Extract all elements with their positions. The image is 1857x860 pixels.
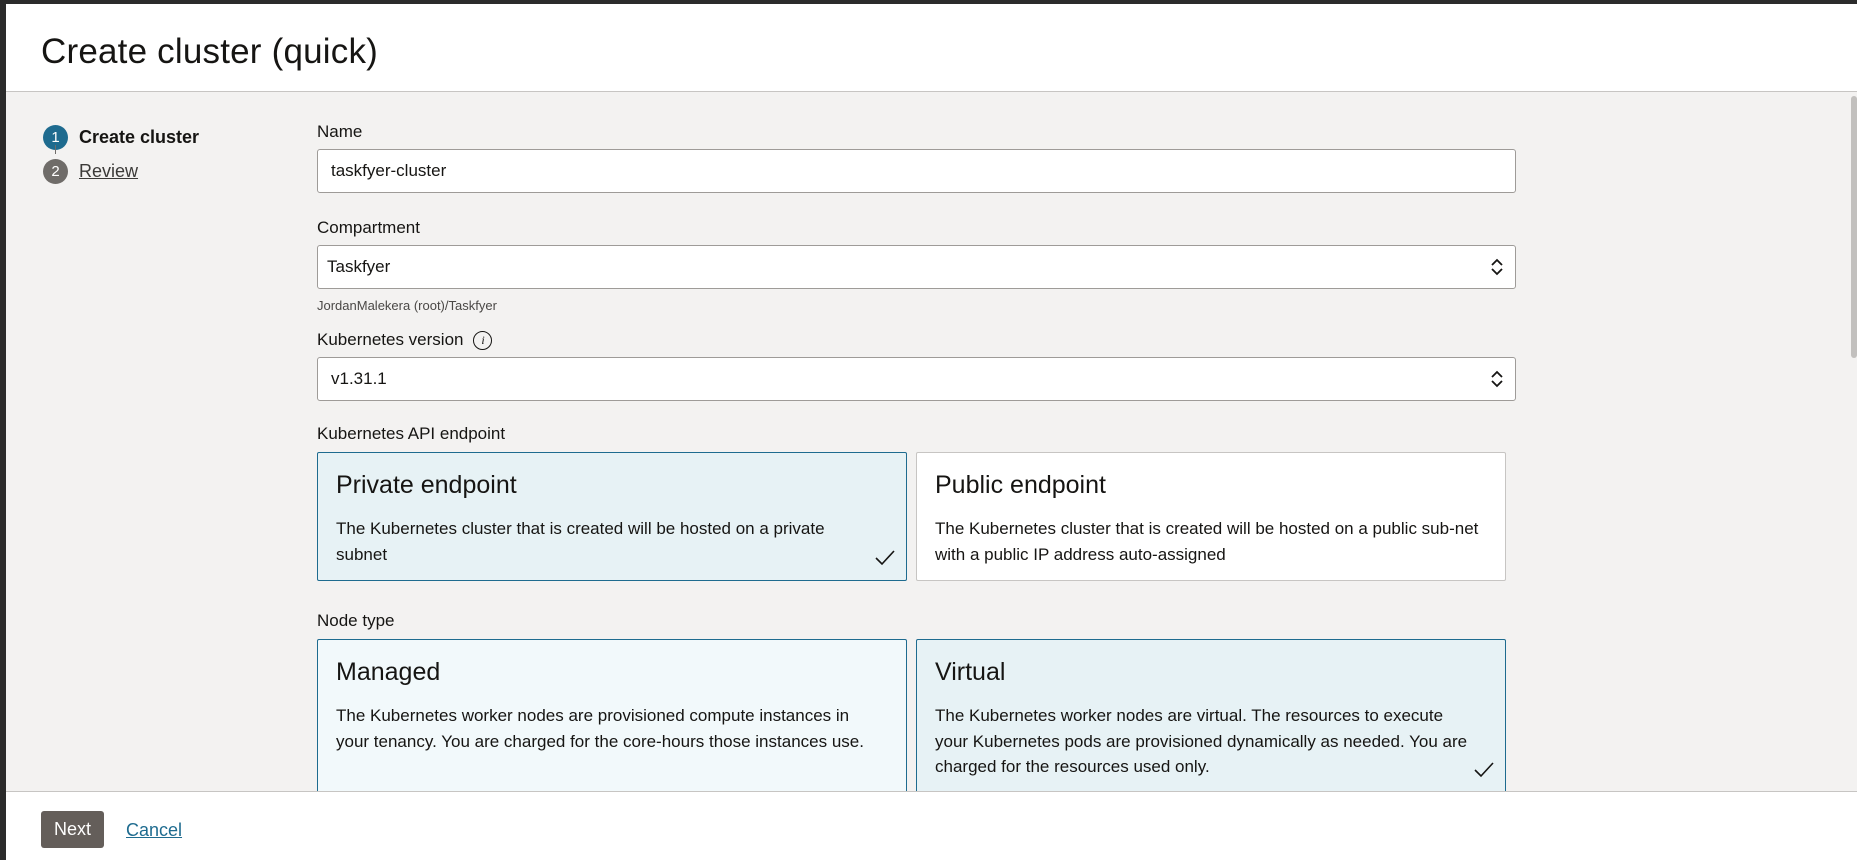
- api-endpoint-label: Kubernetes API endpoint: [317, 424, 506, 443]
- create-cluster-panel: Create cluster (quick) 1 Create cluster …: [6, 4, 1857, 860]
- virtual-node-card[interactable]: Virtual The Kubernetes worker nodes are …: [916, 639, 1506, 793]
- compartment-path: JordanMalekera (root)/Taskfyer: [317, 298, 497, 313]
- name-value: taskfyer-cluster: [331, 161, 447, 180]
- scrollbar[interactable]: [1851, 96, 1857, 358]
- compartment-select[interactable]: Taskfyer: [317, 245, 1516, 289]
- kubernetes-version-label: Kubernetes version i: [317, 330, 1517, 350]
- name-input[interactable]: taskfyer-cluster: [317, 149, 1516, 193]
- cancel-link[interactable]: Cancel: [126, 820, 182, 841]
- private-endpoint-card[interactable]: Private endpoint The Kubernetes cluster …: [317, 452, 907, 581]
- info-icon[interactable]: i: [473, 330, 493, 350]
- compartment-value: Taskfyer: [327, 257, 391, 276]
- compartment-label: Compartment: [317, 218, 420, 237]
- footer: Next Cancel: [6, 791, 1857, 860]
- page-header: Create cluster (quick): [6, 4, 1857, 92]
- card-description: The Kubernetes cluster that is created w…: [935, 519, 1479, 564]
- cluster-form: Name taskfyer-cluster Compartment Taskfy…: [317, 122, 1517, 793]
- check-icon: [1474, 762, 1494, 778]
- step-label[interactable]: Review: [79, 161, 138, 182]
- next-button[interactable]: Next: [41, 811, 104, 848]
- kubernetes-version-label-text: Kubernetes version: [317, 330, 464, 349]
- card-description: The Kubernetes worker nodes are virtual.…: [935, 706, 1468, 776]
- chevron-updown-icon: [1491, 258, 1503, 276]
- step-number: 2: [43, 158, 68, 184]
- step-create-cluster: 1 Create cluster: [43, 120, 199, 154]
- card-description: The Kubernetes cluster that is created w…: [336, 519, 825, 564]
- api-endpoint-options: Private endpoint The Kubernetes cluster …: [317, 452, 1517, 581]
- step-review[interactable]: 2 Review: [43, 154, 199, 188]
- kubernetes-version-select[interactable]: v1.31.1: [317, 357, 1516, 401]
- card-title: Public endpoint: [935, 471, 1106, 499]
- card-title: Managed: [336, 658, 441, 686]
- step-label: Create cluster: [79, 126, 200, 147]
- card-title: Private endpoint: [336, 471, 517, 499]
- node-type-label: Node type: [317, 611, 395, 630]
- kubernetes-version-value: v1.31.1: [331, 369, 387, 388]
- node-type-options: Managed The Kubernetes worker nodes are …: [317, 639, 1517, 793]
- managed-node-card[interactable]: Managed The Kubernetes worker nodes are …: [317, 639, 907, 793]
- chevron-updown-icon: [1491, 370, 1503, 388]
- name-label: Name: [317, 122, 363, 141]
- card-title: Virtual: [935, 658, 1006, 686]
- step-connector: [55, 145, 56, 154]
- wizard-steps: 1 Create cluster 2 Review: [43, 120, 199, 188]
- page-title: Create cluster (quick): [41, 32, 379, 71]
- public-endpoint-card[interactable]: Public endpoint The Kubernetes cluster t…: [916, 452, 1506, 581]
- card-description: The Kubernetes worker nodes are provisio…: [336, 706, 864, 751]
- check-icon: [875, 550, 895, 566]
